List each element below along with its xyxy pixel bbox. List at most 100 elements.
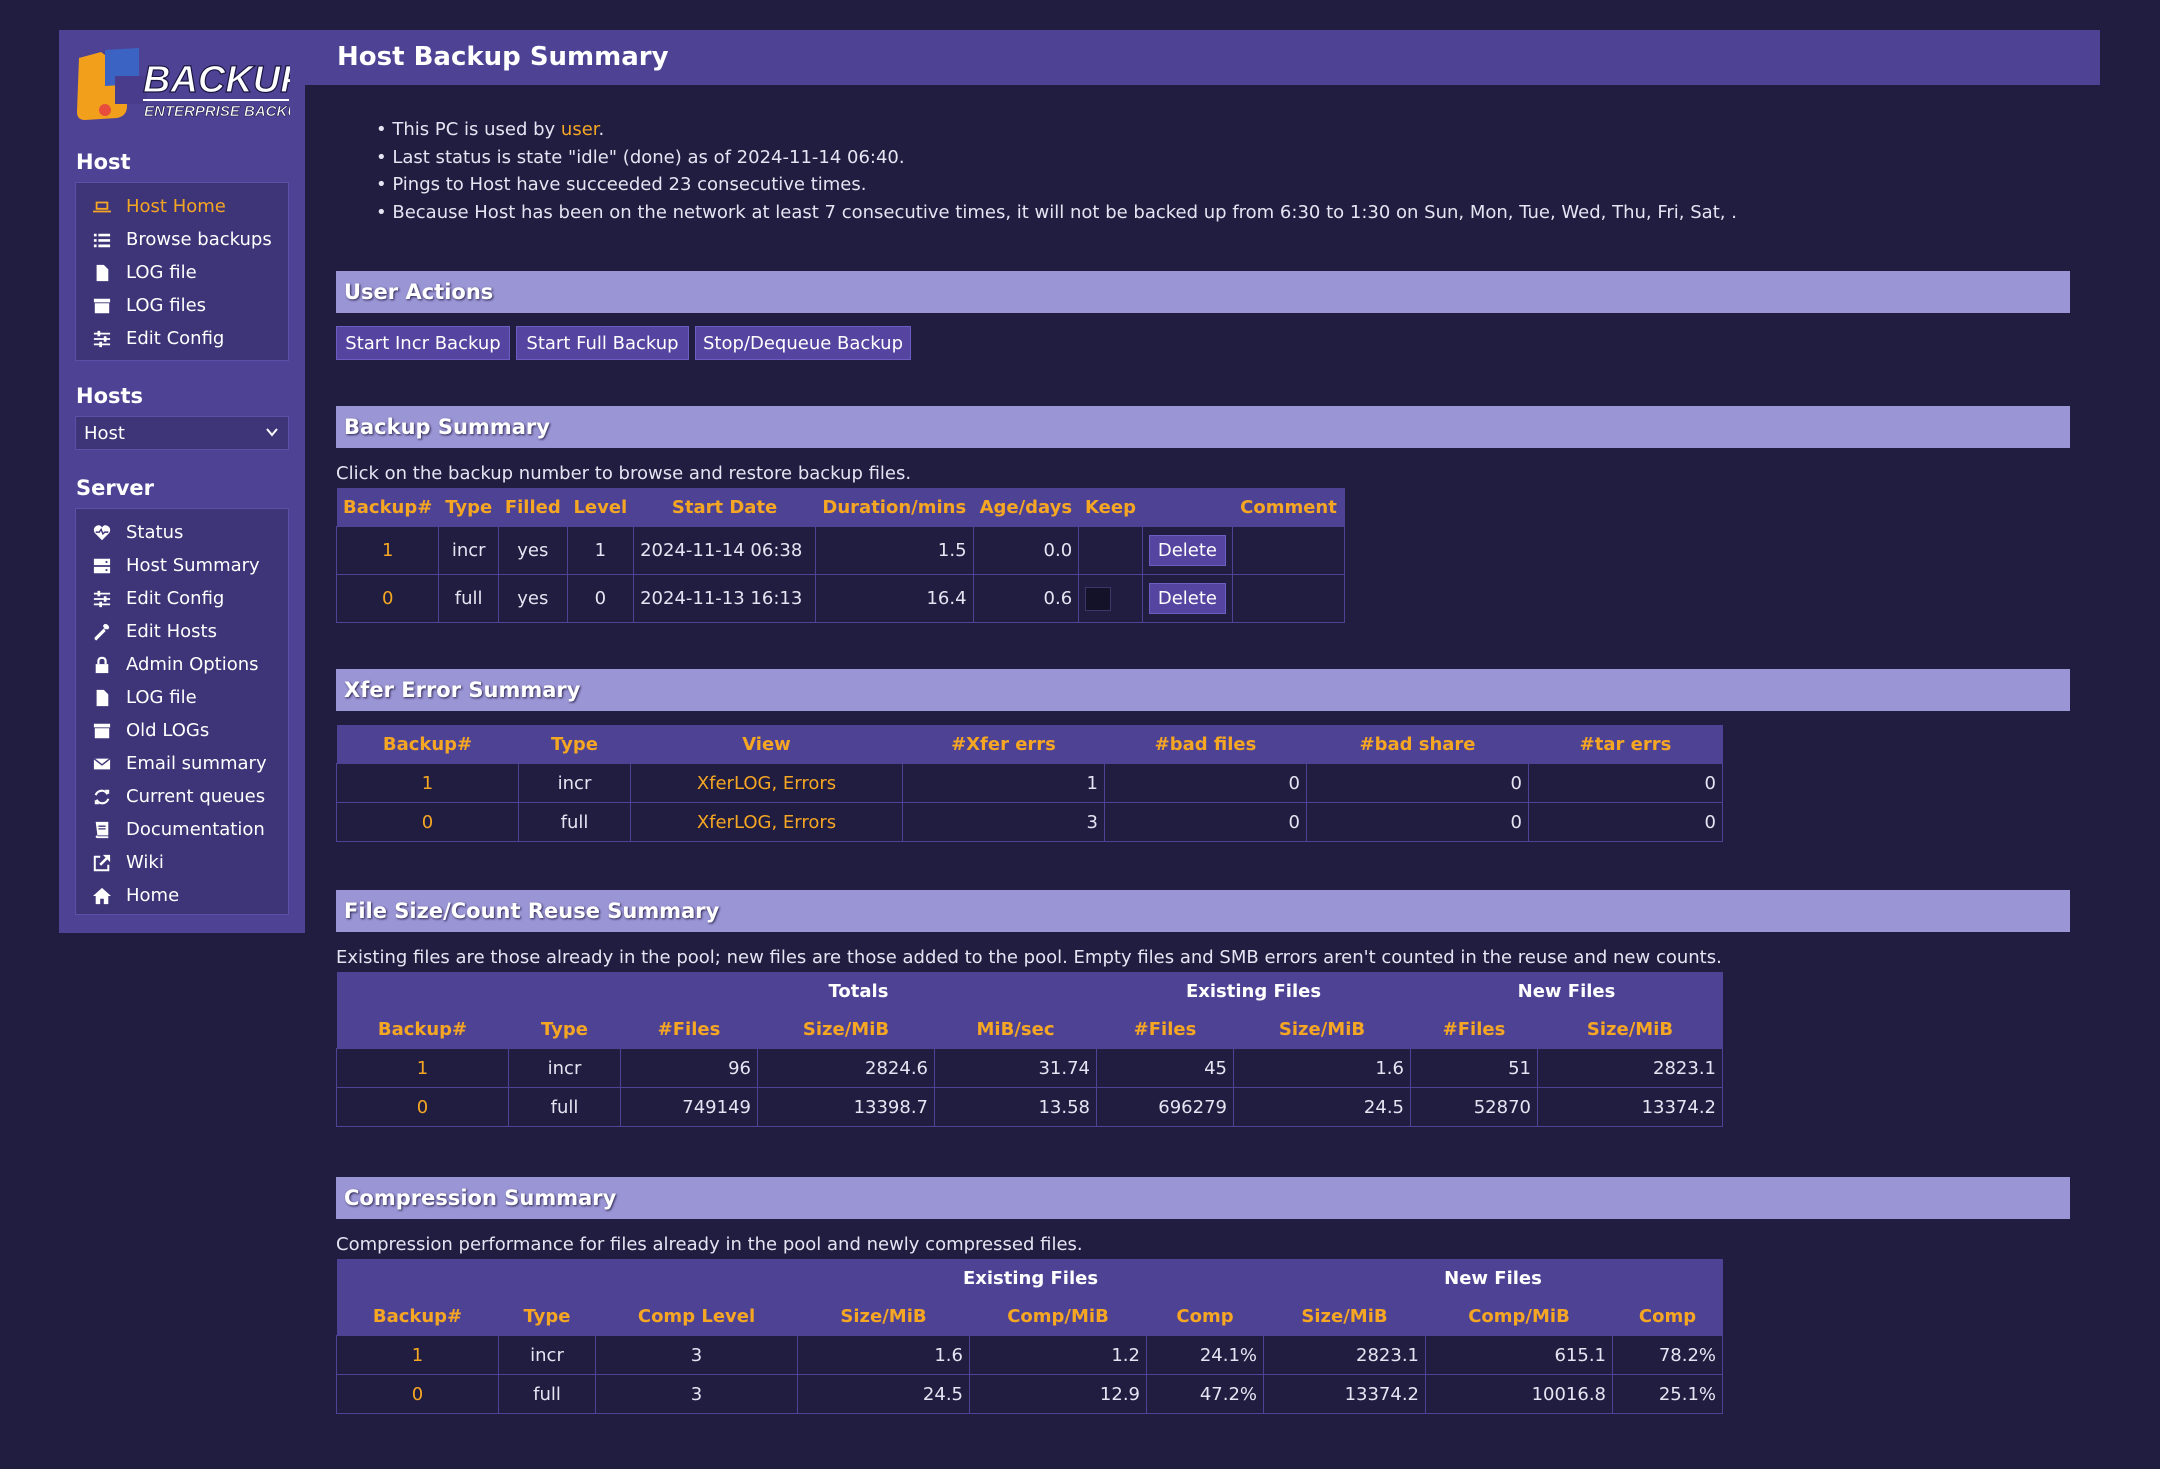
archive-icon [92,721,112,741]
nav-log-files[interactable]: LOG files [76,289,288,322]
xfer-errs: 3 [902,802,1105,842]
server-section-heading: Server [76,476,155,500]
backup-number-link[interactable]: 0 [336,802,519,842]
backuppc-logo[interactable]: BACKUP PC ENTERPRISE BACKUP [75,44,369,126]
column-header: Duration/mins [815,488,974,527]
info-item: Pings to Host have succeeded 23 consecut… [376,171,1737,199]
backup-number-link[interactable]: 0 [335,574,440,623]
table-cell: 78.2% [1612,1335,1723,1375]
group-header-blank [336,1259,798,1297]
xfer-error-summary-heading: Xfer Error Summary [336,669,2070,711]
backup-duration: 16.4 [815,574,974,623]
nav-documentation[interactable]: Documentation [76,813,288,846]
table-cell: 13.58 [934,1087,1097,1127]
logo-graphic: BACKUP PC ENTERPRISE BACKUP [77,48,369,120]
keep-checkbox[interactable] [1085,586,1112,611]
nav-host-summary[interactable]: Host Summary [76,549,288,582]
nav-home[interactable]: Home [76,879,288,912]
backup-type: full [518,802,631,842]
table-cell: 13374.2 [1263,1374,1426,1414]
group-header-row: Existing Files New Files [336,1259,1723,1297]
backup-number-link[interactable]: 0 [336,1087,509,1127]
column-header: Backup# [336,1010,509,1049]
errors-link[interactable]: Errors [783,812,836,833]
sliders-icon [92,589,112,609]
nav-host-home[interactable]: Host Home [76,190,288,223]
delete-button[interactable]: Delete [1148,535,1226,566]
nav-edit-hosts[interactable]: Edit Hosts [76,615,288,648]
stop-dequeue-backup-button[interactable]: Stop/Dequeue Backup [695,326,911,360]
user-link[interactable]: user [561,119,599,140]
nav-label: Edit Hosts [126,621,217,642]
delete-button[interactable]: Delete [1148,583,1226,614]
nav-label: Browse backups [126,229,272,250]
logo-title: BACKUP PC [143,59,290,101]
user-actions-heading: User Actions [336,271,2070,313]
table-cell: 1.6 [1233,1048,1411,1088]
column-header: Size/MiB [1537,1010,1723,1049]
backup-number-link[interactable]: 0 [336,1374,499,1414]
start-full-backup-button[interactable]: Start Full Backup [516,326,689,360]
xferlog-link[interactable]: XferLOG [697,812,772,833]
backup-start-date: 2024-11-14 06:38 [633,526,817,575]
backup-filled: yes [497,574,568,623]
backup-type: full [508,1087,621,1127]
nav-server-edit-config[interactable]: Edit Config [76,582,288,615]
nav-old-logs[interactable]: Old LOGs [76,714,288,747]
info-item: Last status is state "idle" (done) as of… [376,144,1737,172]
table-cell: 2823.1 [1263,1335,1426,1375]
column-header: Type [438,488,499,527]
column-header: View [630,725,903,764]
column-header: MiB/sec [934,1010,1097,1049]
column-header: Filled [498,488,568,527]
nav-edit-config[interactable]: Edit Config [76,322,288,355]
backup-duration: 1.5 [815,526,974,575]
nav-browse-backups[interactable]: Browse backups [76,223,288,256]
backup-start-date: 2024-11-13 16:13 [633,574,817,623]
nav-wiki[interactable]: Wiki [76,846,288,879]
backup-keep [1078,526,1143,575]
backup-type: full [438,574,499,623]
group-header-row: Totals Existing Files New Files [336,972,1723,1010]
hosts-select[interactable]: Host [75,416,289,450]
backup-keep [1078,574,1143,623]
tar-errs: 0 [1528,763,1723,803]
group-header: Existing Files [1096,972,1411,1010]
backup-number-link[interactable]: 1 [335,526,440,575]
view-links: XferLOG, Errors [630,802,903,842]
nav-admin-options[interactable]: Admin Options [76,648,288,681]
nav-server-log-file[interactable]: LOG file [76,681,288,714]
nav-label: Host Summary [126,555,260,576]
nav-current-queues[interactable]: Current queues [76,780,288,813]
column-header: Backup# [336,488,439,527]
logo-subtitle: ENTERPRISE BACKUP [144,103,290,120]
table-cell: 2823.1 [1537,1048,1723,1088]
bad-share: 0 [1306,802,1529,842]
reuse-summary-caption: Existing files are those already in the … [336,947,1722,968]
nav-status[interactable]: Status [76,516,288,549]
table-cell: 749149 [620,1087,758,1127]
table-row: 1 incr XferLOG, Errors 1 0 0 0 [336,763,1723,803]
backup-number-link[interactable]: 1 [336,1048,509,1088]
nav-log-file[interactable]: LOG file [76,256,288,289]
server-nav: Status Host Summary Edit Config Edit Hos… [75,508,289,915]
backup-number-link[interactable]: 1 [336,763,519,803]
archive-icon [92,296,112,316]
backup-number-link[interactable]: 1 [336,1335,499,1375]
nav-label: Edit Config [126,328,225,349]
table-cell: 12.9 [969,1374,1147,1414]
start-incr-backup-button[interactable]: Start Incr Backup [336,326,510,360]
table-cell: 13374.2 [1537,1087,1723,1127]
group-header: New Files [1410,972,1723,1010]
errors-link[interactable]: Errors [783,773,836,794]
nav-label: LOG files [126,295,207,316]
nav-label: Host Home [126,196,226,217]
laptop-icon [92,197,112,217]
column-header: Comp/MiB [1425,1297,1613,1336]
backup-filled: yes [497,526,568,575]
nav-email-summary[interactable]: Email summary [76,747,288,780]
xferlog-link[interactable]: XferLOG [697,773,772,794]
table-row: 1 incr 3 1.6 1.2 24.1% 2823.1 615.1 78.2… [336,1335,1723,1375]
delete-cell: Delete [1141,574,1234,623]
column-header: Backup# [336,1297,499,1336]
